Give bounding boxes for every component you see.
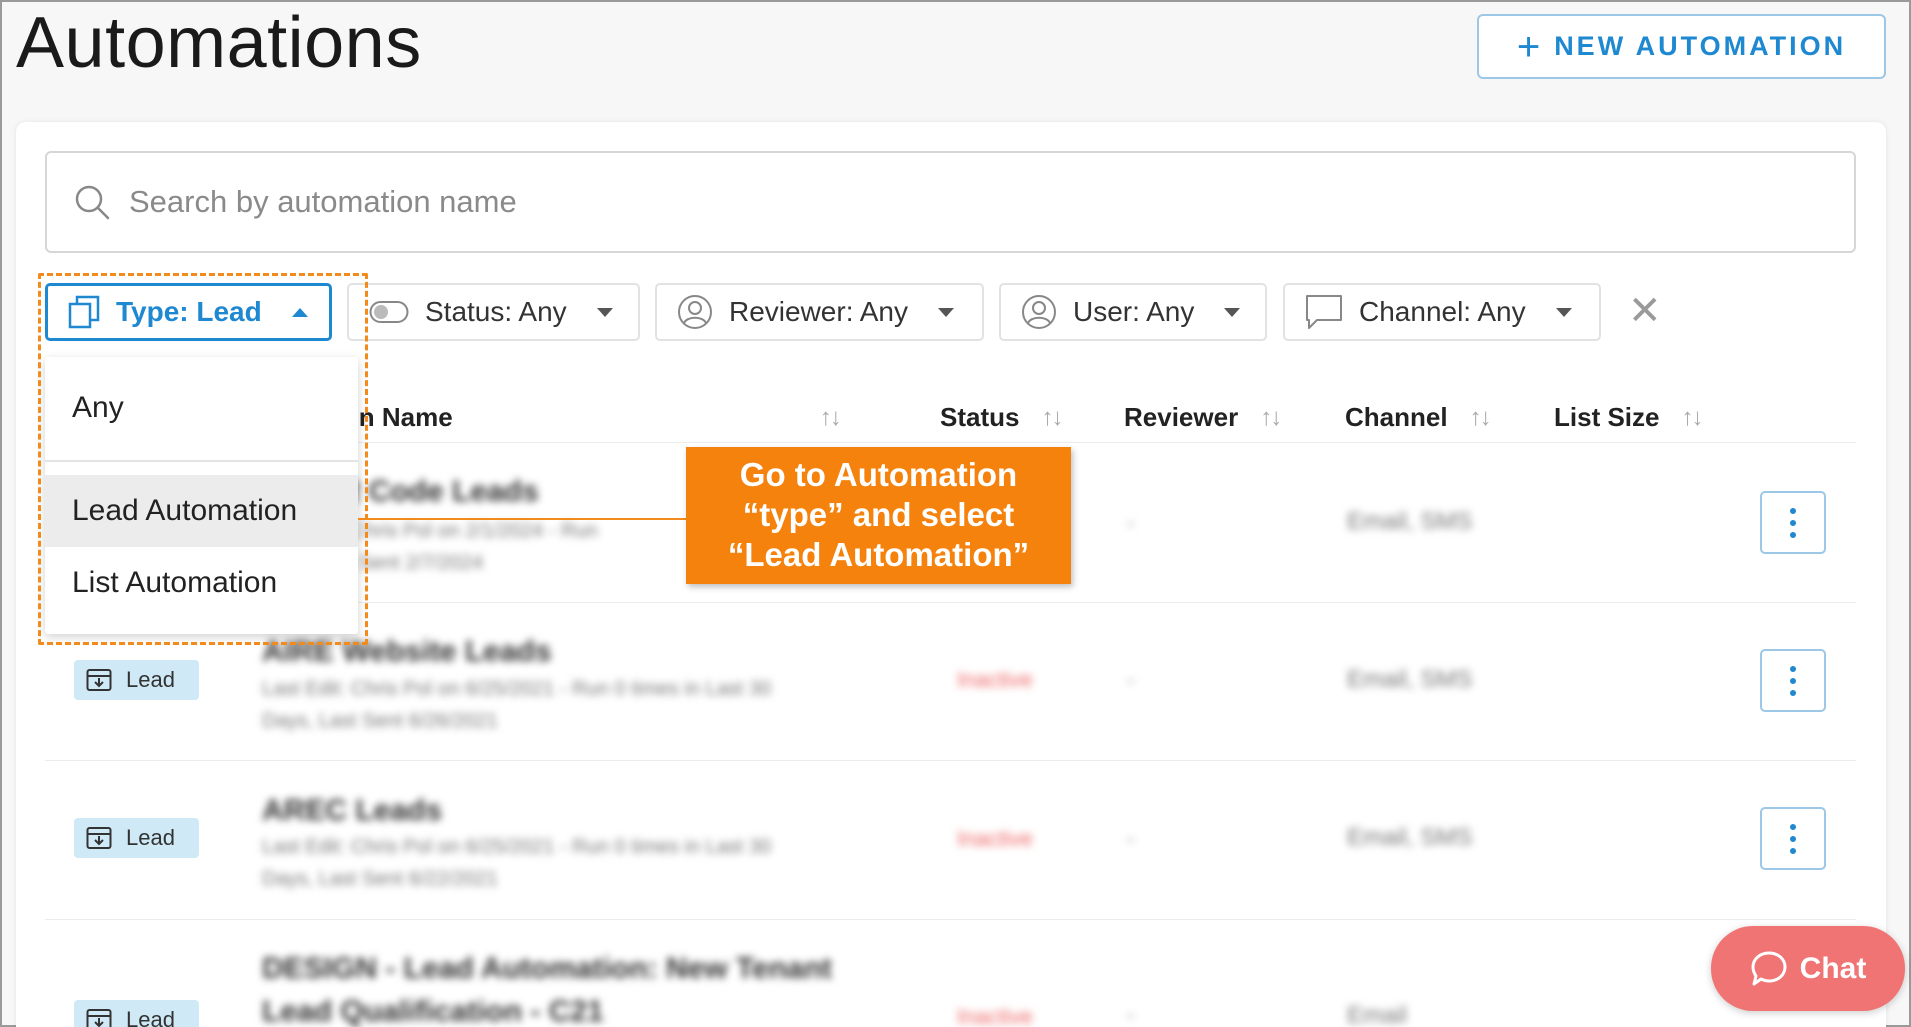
row-divider xyxy=(45,919,1856,920)
chevron-down-icon xyxy=(937,307,954,317)
user-circle-icon xyxy=(678,295,712,329)
column-list-size-label: List Size xyxy=(1554,402,1660,432)
sort-icon[interactable]: ↑↓ xyxy=(1681,404,1703,432)
row-3-more-button[interactable] xyxy=(1760,807,1826,870)
user-filter-label: User: Any xyxy=(1073,296,1195,327)
channel-filter[interactable]: Channel: Any xyxy=(1283,283,1601,341)
sort-icon[interactable]: ↑↓ xyxy=(1470,404,1492,432)
column-status-label: Status xyxy=(940,402,1020,432)
row-3-name[interactable]: AREC Leads xyxy=(262,794,442,828)
row-4-status: Inactive xyxy=(957,1004,1033,1027)
row-4-reviewer: - xyxy=(1127,1002,1135,1027)
callout-connector xyxy=(358,518,686,520)
row-2-subtitle-2: Days, Last Sent 6/26/2021 xyxy=(262,710,498,732)
row-2-channel: Email, SMS xyxy=(1347,666,1473,693)
chat-bubble-icon xyxy=(1751,951,1787,985)
column-status[interactable]: Status ↑↓ xyxy=(940,402,1063,433)
callout-line-2: “type” and select xyxy=(742,496,1015,533)
chevron-down-icon xyxy=(1224,307,1241,317)
user-filter[interactable]: User: Any xyxy=(999,283,1267,341)
chat-button[interactable]: Chat xyxy=(1711,926,1905,1011)
reviewer-filter-label: Reviewer: Any xyxy=(729,296,908,327)
clear-filters-icon[interactable]: ✕ xyxy=(1628,291,1662,331)
plus-icon: + xyxy=(1516,24,1541,69)
channel-filter-label: Channel: Any xyxy=(1359,296,1526,327)
type-badge-label: Lead xyxy=(126,825,175,850)
column-channel[interactable]: Channel ↑↓ xyxy=(1345,402,1492,433)
download-box-icon xyxy=(86,827,112,849)
download-box-icon xyxy=(86,669,112,691)
new-automation-label: NEW AUTOMATION xyxy=(1554,31,1847,61)
type-badge: Lead xyxy=(74,818,199,858)
row-2-more-button[interactable] xyxy=(1760,649,1826,712)
row-3-status: Inactive xyxy=(957,826,1033,851)
callout-line-1: Go to Automation xyxy=(739,456,1018,493)
type-badge: Lead xyxy=(74,660,199,700)
chat-label: Chat xyxy=(1799,951,1867,985)
download-box-icon xyxy=(86,1009,112,1027)
instruction-callout: Go to Automation “type” and select “Lead… xyxy=(686,447,1071,584)
highlight-box xyxy=(38,273,368,645)
row-4-name-2: Lead Qualification - C21 xyxy=(262,995,604,1027)
search-icon xyxy=(75,185,110,220)
row-3-channel: Email, SMS xyxy=(1347,824,1473,851)
callout-line-3: “Lead Automation” xyxy=(727,536,1030,573)
row-4-name[interactable]: DESIGN - Lead Automation: New Tenant xyxy=(262,952,832,986)
chevron-down-icon xyxy=(596,307,613,317)
row-3-subtitle-2: Days, Last Sent 6/22/2021 xyxy=(262,868,498,890)
status-filter-label: Status: Any xyxy=(425,296,567,327)
sort-icon[interactable]: ↑↓ xyxy=(1041,404,1063,432)
column-name[interactable]: tion Name ↑↓ xyxy=(327,402,842,433)
sort-icon[interactable]: ↑↓ xyxy=(820,404,842,432)
search-input[interactable] xyxy=(129,184,1629,220)
type-badge-label: Lead xyxy=(126,667,175,692)
row-4-channel: Email xyxy=(1347,1002,1408,1027)
type-badge-label: Lead xyxy=(126,1007,175,1027)
row-2-status: Inactive xyxy=(957,667,1033,692)
new-automation-button[interactable]: + NEW AUTOMATION xyxy=(1477,14,1886,79)
chevron-down-icon xyxy=(1555,307,1572,317)
row-2-reviewer: - xyxy=(1127,667,1135,692)
row-1-channel: Email, SMS xyxy=(1347,508,1473,535)
user-circle-icon xyxy=(1022,295,1056,329)
row-3-reviewer: - xyxy=(1127,826,1135,851)
row-1-more-button[interactable] xyxy=(1760,491,1826,554)
chat-bubble-icon xyxy=(1306,295,1342,329)
row-divider xyxy=(45,760,1856,761)
sort-icon[interactable]: ↑↓ xyxy=(1260,404,1282,432)
toggle-icon xyxy=(369,301,409,323)
row-1-reviewer: - xyxy=(1127,510,1135,535)
column-list-size[interactable]: List Size ↑↓ xyxy=(1554,402,1703,433)
status-filter[interactable]: Status: Any xyxy=(347,283,640,341)
search-box[interactable] xyxy=(45,151,1856,253)
column-reviewer-label: Reviewer xyxy=(1124,402,1239,432)
reviewer-filter[interactable]: Reviewer: Any xyxy=(655,283,984,341)
type-badge: Lead xyxy=(74,1000,199,1027)
page-title: Automations xyxy=(16,3,422,83)
column-reviewer[interactable]: Reviewer ↑↓ xyxy=(1124,402,1282,433)
column-channel-label: Channel xyxy=(1345,402,1448,432)
